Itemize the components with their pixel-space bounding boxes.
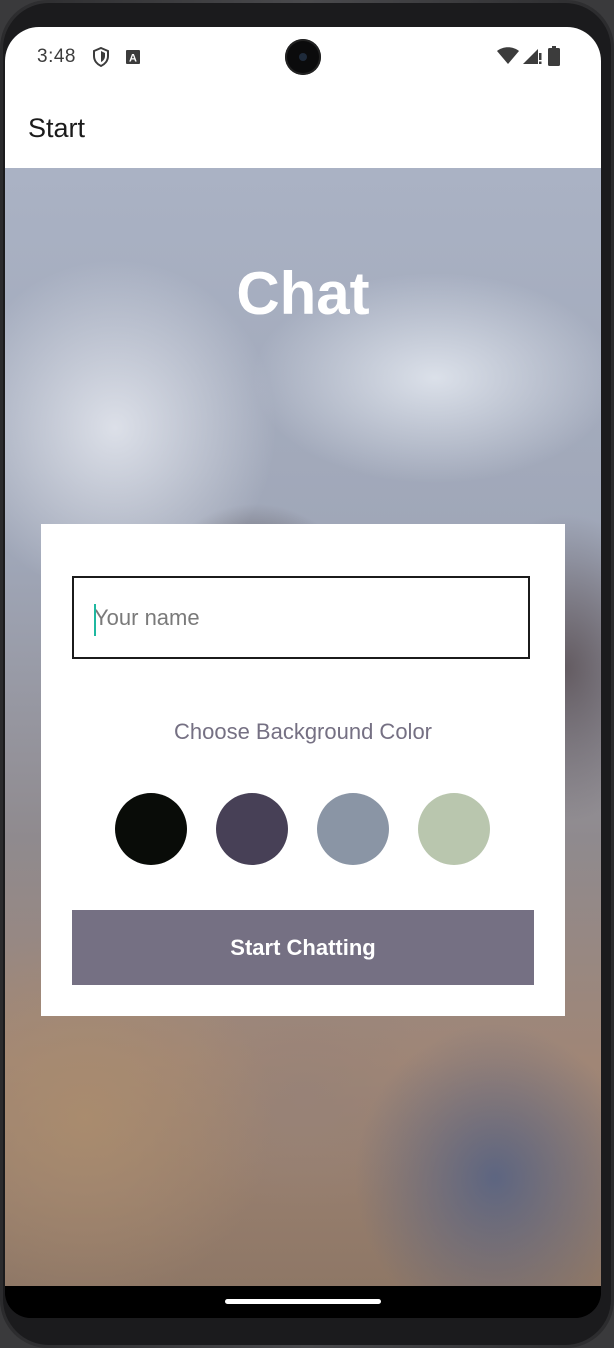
- front-camera: [285, 39, 321, 75]
- phone-screen: 3:48 A Start Chat Choose Background Colo…: [5, 27, 601, 1318]
- start-card: Choose Background Color Start Chatting: [41, 524, 565, 1016]
- app-bar-title: Start: [28, 113, 86, 143]
- color-swatch-black[interactable]: [115, 793, 187, 865]
- text-cursor: [94, 604, 96, 636]
- a-notification-icon: A: [125, 49, 141, 70]
- home-indicator[interactable]: [225, 1299, 381, 1304]
- name-input[interactable]: [74, 578, 528, 657]
- page-title: Chat: [236, 260, 370, 327]
- signal-icon: [521, 47, 543, 70]
- wifi-icon: [497, 47, 519, 70]
- color-swatch-purple[interactable]: [216, 793, 288, 865]
- battery-icon: [548, 46, 560, 71]
- navigation-bar: [5, 1286, 601, 1318]
- color-swatch-gray-blue[interactable]: [317, 793, 389, 865]
- app-bar: Start: [5, 89, 601, 169]
- svg-text:A: A: [129, 53, 137, 65]
- start-chatting-button[interactable]: Start Chatting: [72, 910, 534, 985]
- shield-icon: [92, 46, 110, 72]
- color-choice-label: Choose Background Color: [173, 719, 433, 744]
- name-field[interactable]: [72, 576, 530, 659]
- status-bar: 3:48 A: [5, 27, 601, 89]
- status-time: 3:48: [37, 46, 76, 67]
- color-swatch-green[interactable]: [418, 793, 490, 865]
